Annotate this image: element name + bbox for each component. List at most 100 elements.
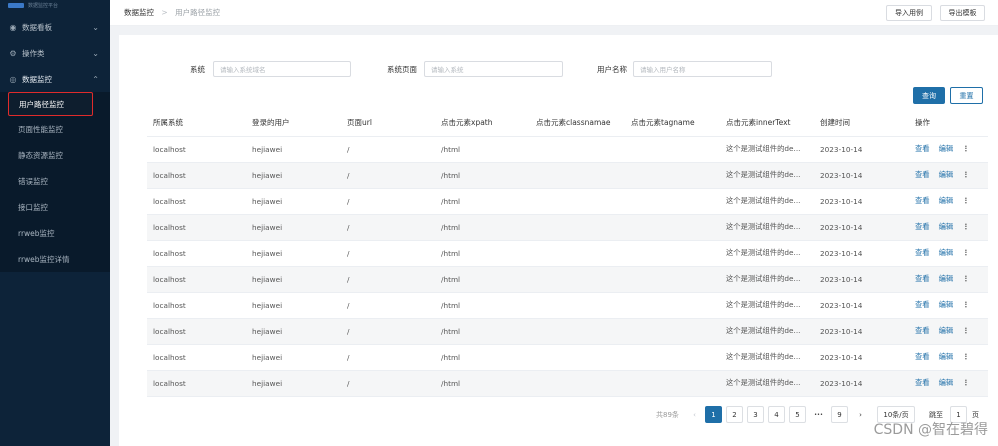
more-icon[interactable]: ⋮: [962, 378, 969, 387]
user-input[interactable]: 请输入用户名称: [633, 61, 772, 77]
table-cell: [625, 292, 720, 319]
pagination: 共89条 ‹ 1 2 3 4 5 ••• 9 › 10条/页 跳至 1 页: [119, 406, 998, 423]
view-link[interactable]: 查看: [915, 352, 930, 361]
query-button[interactable]: 查询: [913, 87, 945, 104]
more-icon[interactable]: ⋮: [962, 352, 969, 361]
more-icon[interactable]: ⋮: [962, 222, 969, 231]
edit-link[interactable]: 编辑: [939, 144, 954, 153]
sidebar-item-monitor[interactable]: ◎ 数据监控 ⌃: [0, 66, 110, 92]
more-icon[interactable]: ⋮: [962, 248, 969, 257]
monitor-icon: ◎: [9, 74, 17, 84]
page-button-2[interactable]: 2: [726, 406, 743, 423]
page-label: 系统页面: [387, 65, 417, 74]
export-button[interactable]: 导出模板: [940, 5, 985, 21]
system-input[interactable]: 请输入系统域名: [213, 61, 351, 77]
table-cell: 2023-10-14: [814, 162, 909, 189]
table-row: localhost hejiawei //html 这个是测试组件的de... 2023…: [147, 188, 988, 215]
breadcrumb-root[interactable]: 数据监控: [124, 8, 154, 17]
table-cell: localhost: [147, 188, 246, 215]
table-cell: 这个是测试组件的de...: [720, 214, 814, 241]
view-link[interactable]: 查看: [915, 326, 930, 335]
view-link[interactable]: 查看: [915, 222, 930, 231]
page-button-3[interactable]: 3: [747, 406, 764, 423]
table-cell: 这个是测试组件的de...: [720, 240, 814, 267]
more-icon[interactable]: ⋮: [962, 300, 969, 309]
more-icon[interactable]: ⋮: [962, 326, 969, 335]
sidebar-item-dashboard[interactable]: ◉ 数据看板 ⌄: [0, 14, 110, 40]
edit-link[interactable]: 编辑: [939, 248, 954, 257]
table-cell: 这个是测试组件的de...: [720, 136, 814, 163]
table-cell: [625, 240, 720, 267]
sidebar-item-static-resource[interactable]: 静态资源监控: [0, 142, 110, 168]
edit-link[interactable]: 编辑: [939, 300, 954, 309]
next-page-icon[interactable]: ›: [852, 406, 869, 423]
column-header: 操作: [909, 110, 988, 137]
table-cell: /html: [435, 370, 530, 397]
sidebar-item-rrweb[interactable]: rrweb监控: [0, 220, 110, 246]
sidebar-item-operations[interactable]: ⚙ 操作类 ⌄: [0, 40, 110, 66]
table-cell: 这个是测试组件的de...: [720, 370, 814, 397]
view-link[interactable]: 查看: [915, 144, 930, 153]
edit-link[interactable]: 编辑: [939, 222, 954, 231]
edit-link[interactable]: 编辑: [939, 196, 954, 205]
table-row: localhost hejiawei //html 这个是测试组件的de... 2023…: [147, 162, 988, 189]
view-link[interactable]: 查看: [915, 196, 930, 205]
table-cell: 这个是测试组件的de...: [720, 188, 814, 215]
table-cell: /: [341, 162, 435, 189]
table-cell: 这个是测试组件的de...: [720, 292, 814, 319]
more-icon[interactable]: ⋮: [962, 196, 969, 205]
view-link[interactable]: 查看: [915, 170, 930, 179]
edit-link[interactable]: 编辑: [939, 352, 954, 361]
sidebar-item-label: 数据看板: [22, 22, 52, 32]
table-cell: 2023-10-14: [814, 188, 909, 215]
sidebar-item-error[interactable]: 错误监控: [0, 168, 110, 194]
table-cell: [530, 188, 625, 215]
view-link[interactable]: 查看: [915, 274, 930, 283]
more-icon[interactable]: ⋮: [962, 170, 969, 179]
edit-link[interactable]: 编辑: [939, 170, 954, 179]
page-input[interactable]: 请输入系统: [424, 61, 563, 77]
column-header: 所属系统: [147, 110, 246, 137]
page-button-4[interactable]: 4: [768, 406, 785, 423]
table-cell: hejiawei: [246, 136, 341, 163]
actions-cell: 查看 编辑 ⋮: [909, 370, 988, 397]
page-button-1[interactable]: 1: [705, 406, 722, 423]
top-header: 数据监控 > 用户路径监控 导入用例 导出模板: [110, 0, 998, 26]
import-button[interactable]: 导入用例: [886, 5, 932, 21]
view-link[interactable]: 查看: [915, 378, 930, 387]
table-cell: localhost: [147, 318, 246, 345]
column-header: 登录的用户: [246, 110, 341, 137]
table-cell: /html: [435, 292, 530, 319]
sidebar-item-rrweb-detail[interactable]: rrweb监控详情: [0, 246, 110, 272]
prev-page-icon[interactable]: ‹: [686, 406, 703, 423]
reset-button[interactable]: 重置: [950, 87, 983, 104]
table-cell: /html: [435, 162, 530, 189]
edit-link[interactable]: 编辑: [939, 274, 954, 283]
table-cell: localhost: [147, 214, 246, 241]
page-button-last[interactable]: 9: [831, 406, 848, 423]
table-cell: [530, 136, 625, 163]
sidebar-item-page-performance[interactable]: 页面性能监控: [0, 116, 110, 142]
view-link[interactable]: 查看: [915, 300, 930, 309]
column-header: 页面url: [341, 110, 435, 137]
table-cell: 这个是测试组件的de...: [720, 266, 814, 293]
table-cell: hejiawei: [246, 370, 341, 397]
actions-cell: 查看 编辑 ⋮: [909, 188, 988, 215]
sidebar: 数据监控平台 ◉ 数据看板 ⌄ ⚙ 操作类 ⌄ ◎ 数据监控 ⌃ 用户路径监控 …: [0, 0, 110, 446]
table-cell: /: [341, 188, 435, 215]
sidebar-item-user-path[interactable]: 用户路径监控: [8, 92, 93, 116]
edit-link[interactable]: 编辑: [939, 378, 954, 387]
table-cell: [530, 214, 625, 241]
page-button-5[interactable]: 5: [789, 406, 806, 423]
settings-icon: ⚙: [9, 48, 17, 58]
sidebar-item-api[interactable]: 接口监控: [0, 194, 110, 220]
more-pages-icon[interactable]: •••: [810, 406, 827, 423]
column-header: 点击元素tagname: [625, 110, 720, 137]
more-icon[interactable]: ⋮: [962, 144, 969, 153]
table-cell: /: [341, 136, 435, 163]
more-icon[interactable]: ⋮: [962, 274, 969, 283]
view-link[interactable]: 查看: [915, 248, 930, 257]
table-cell: hejiawei: [246, 162, 341, 189]
edit-link[interactable]: 编辑: [939, 326, 954, 335]
sidebar-item-label: 数据监控: [22, 74, 52, 84]
